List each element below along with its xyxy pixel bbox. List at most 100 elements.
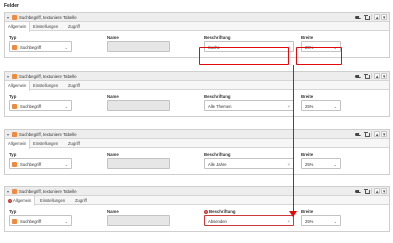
label-breite: Breite	[301, 35, 314, 40]
beschriftung-value: Alle Themen	[208, 104, 232, 109]
label-beschriftung: Beschriftung	[204, 35, 231, 40]
arrow-down-icon[interactable]: ▼	[381, 73, 387, 79]
tab-bar: Allgemein Einstellungen Zugriff	[5, 139, 389, 149]
section-title: Felder	[4, 3, 20, 9]
arrow-down-icon[interactable]: ▼	[381, 131, 387, 137]
chevron-down-icon: ⌄	[64, 218, 68, 224]
tab-zugriff[interactable]: Zugriff	[65, 139, 83, 148]
breite-select[interactable]: 25% ⌄	[301, 100, 341, 111]
type-value: Suchbegriff	[20, 104, 42, 109]
clear-icon[interactable]: ×	[288, 162, 290, 167]
beschriftung-field[interactable]: Alle Jahre ×	[204, 158, 294, 169]
breite-value: 25%	[305, 104, 314, 109]
toggle-icon[interactable]	[354, 73, 362, 79]
annotation-arrow-head	[289, 211, 298, 217]
panel-title: Suchbegriff, textuniere Tabelle	[19, 74, 77, 79]
label-name: Name	[107, 35, 119, 40]
search-term-icon	[12, 161, 17, 167]
breite-value: 25%	[305, 162, 314, 167]
beschriftung-field[interactable]: Absenden ×	[204, 215, 294, 226]
beschriftung-field[interactable]: Alle Themen ×	[204, 100, 294, 111]
highlight-breite	[296, 47, 342, 65]
arrow-up-icon[interactable]: ▲	[374, 14, 380, 20]
clear-icon[interactable]: ×	[288, 219, 290, 224]
toggle-icon[interactable]	[354, 131, 362, 137]
label-typ: Typ	[9, 94, 17, 99]
search-term-icon	[12, 218, 17, 224]
label-beschriftung-text: Beschriftung	[209, 209, 236, 214]
type-select[interactable]: Suchbegriff ⌄	[9, 100, 72, 111]
caret-down-icon[interactable]: ▾	[7, 132, 9, 137]
label-typ: Typ	[9, 209, 17, 214]
panel-header[interactable]: ▾ Suchbegriff, textuniere Tabelle ▲ ▼	[5, 187, 389, 196]
label-typ: Typ	[9, 35, 17, 40]
tab-einstellungen[interactable]: Einstellungen	[30, 81, 61, 90]
name-field[interactable]	[107, 158, 170, 169]
tab-einstellungen[interactable]: Einstellungen	[30, 22, 61, 31]
tab-einstellungen[interactable]: Einstellungen	[30, 139, 61, 148]
divider	[371, 131, 372, 137]
divider	[371, 14, 372, 20]
caret-down-icon[interactable]: ▾	[7, 15, 9, 20]
panel-title: Suchbegriff, textuniere Tabelle	[19, 15, 77, 20]
panel-header[interactable]: ▾ Suchbegriff, textuniere Tabelle ▲ ▼	[5, 13, 389, 22]
arrow-down-icon[interactable]: ▼	[381, 188, 387, 194]
search-term-icon	[12, 14, 17, 20]
chevron-down-icon: ⌄	[333, 161, 337, 167]
chevron-down-icon: ⌄	[333, 218, 337, 224]
label-typ: Typ	[9, 152, 17, 157]
label-beschriftung: Beschriftung	[204, 152, 231, 157]
label-name: Name	[107, 152, 119, 157]
field-panel-4: ▾ Suchbegriff, textuniere Tabelle ▲ ▼ ! A…	[4, 186, 390, 232]
label-name: Name	[107, 209, 119, 214]
field-panel-2: ▾ Suchbegriff, textuniere Tabelle ▲ ▼ Al…	[4, 71, 390, 117]
chevron-down-icon: ⌄	[64, 44, 68, 50]
breite-select[interactable]: 25% ⌄	[301, 215, 341, 226]
tab-bar: Allgemein Einstellungen Zugriff	[5, 22, 389, 32]
panel-header[interactable]: ▾ Suchbegriff, textuniere Tabelle ▲ ▼	[5, 72, 389, 81]
label-breite: Breite	[301, 94, 314, 99]
label-beschriftung: Beschriftung	[204, 94, 231, 99]
highlight-beschriftung	[199, 47, 289, 65]
tab-zugriff[interactable]: Zugriff	[65, 81, 83, 90]
search-term-icon	[12, 131, 17, 137]
tab-zugriff[interactable]: Zugriff	[65, 22, 83, 31]
divider	[371, 73, 372, 79]
type-value: Suchbegriff	[20, 162, 42, 167]
tab-bar: Allgemein Einstellungen Zugriff	[5, 81, 389, 91]
toggle-icon[interactable]	[354, 188, 362, 194]
chevron-down-icon: ⌄	[333, 103, 337, 109]
breite-value: 25%	[305, 219, 314, 224]
label-beschriftung: ! Beschriftung	[204, 209, 236, 214]
error-icon: !	[8, 198, 12, 203]
trash-icon[interactable]	[363, 73, 370, 80]
tab-allgemein-label: Allgemein	[13, 198, 32, 203]
clear-icon[interactable]: ×	[288, 104, 290, 109]
arrow-up-icon[interactable]: ▲	[374, 131, 380, 137]
field-panel-3: ▾ Suchbegriff, textuniere Tabelle ▲ ▼ Al…	[4, 129, 390, 175]
panel-header[interactable]: ▾ Suchbegriff, textuniere Tabelle ▲ ▼	[5, 130, 389, 139]
search-term-icon	[12, 103, 17, 109]
name-field[interactable]	[107, 215, 170, 226]
error-icon: !	[204, 209, 208, 214]
caret-down-icon[interactable]: ▾	[7, 74, 9, 79]
name-field[interactable]	[107, 41, 170, 52]
type-select[interactable]: Suchbegriff ⌄	[9, 41, 72, 52]
arrow-up-icon[interactable]: ▲	[374, 73, 380, 79]
type-value: Suchbegriff	[20, 45, 42, 50]
caret-down-icon[interactable]: ▾	[7, 189, 9, 194]
toggle-icon[interactable]	[354, 14, 362, 20]
type-select[interactable]: Suchbegriff ⌄	[9, 215, 72, 226]
label-breite: Breite	[301, 152, 314, 157]
beschriftung-value: Alle Jahre	[208, 162, 227, 167]
name-field[interactable]	[107, 100, 170, 111]
type-select[interactable]: Suchbegriff ⌄	[9, 158, 72, 169]
arrow-up-icon[interactable]: ▲	[374, 188, 380, 194]
trash-icon[interactable]	[363, 188, 370, 195]
trash-icon[interactable]	[363, 131, 370, 138]
trash-icon[interactable]	[363, 14, 370, 21]
tab-zugriff[interactable]: Zugriff	[72, 196, 90, 205]
arrow-down-icon[interactable]: ▼	[381, 14, 387, 20]
tab-einstellungen[interactable]: Einstellungen	[37, 196, 68, 205]
breite-select[interactable]: 25% ⌄	[301, 158, 341, 169]
